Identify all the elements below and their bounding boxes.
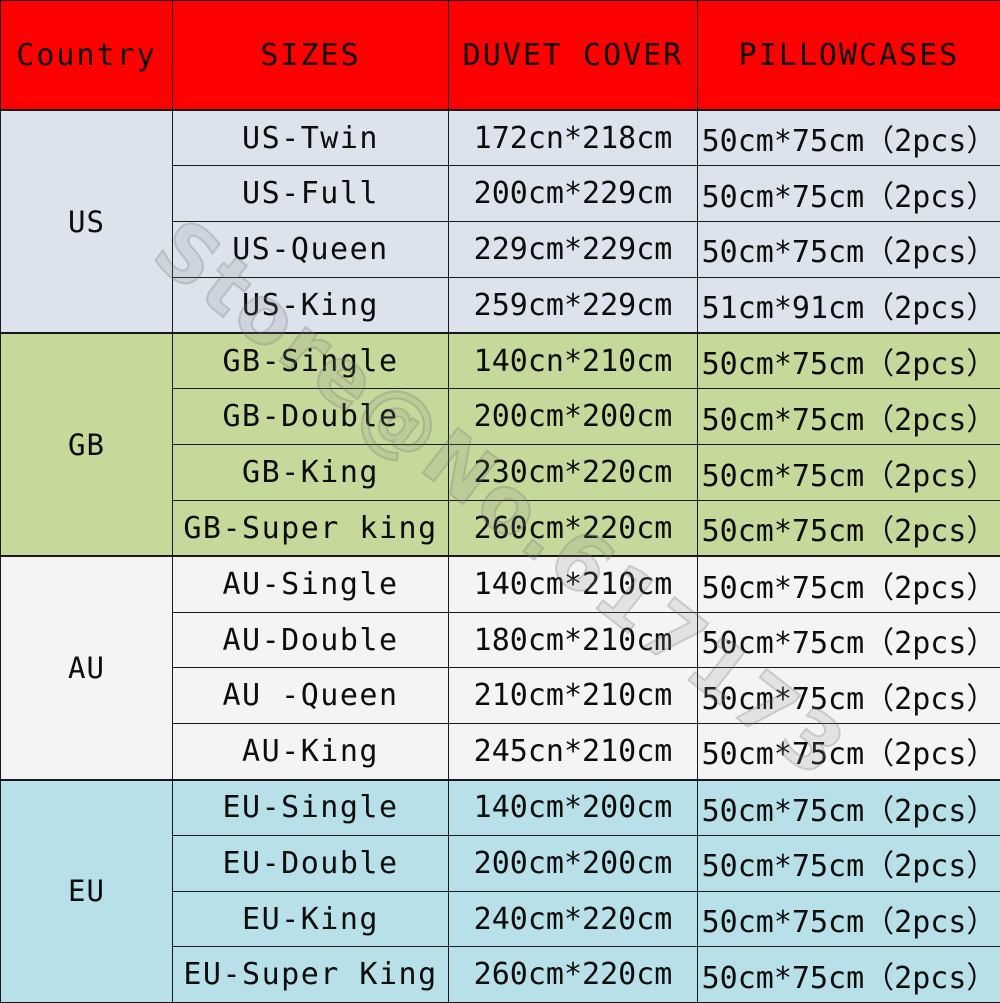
pillowcase-size-cell: 50cm*75cm（2pcs） — [698, 947, 1000, 1003]
pillowcase-size-cell: 51cm*91cm（2pcs） — [698, 277, 1000, 333]
duvet-cover-size-cell: 172cn*218cm — [449, 110, 698, 166]
pillowcase-size-cell: 50cm*75cm（2pcs） — [698, 724, 1000, 780]
duvet-cover-size-cell: 245cn*210cm — [449, 724, 698, 780]
table-row: EUEU-Single140cm*200cm50cm*75cm（2pcs） — [1, 780, 1000, 836]
duvet-cover-size-cell: 140cn*210cm — [449, 333, 698, 389]
pillowcase-size-cell: 50cm*75cm（2pcs） — [698, 501, 1000, 557]
pillowcase-size-cell: 50cm*75cm（2pcs） — [698, 835, 1000, 891]
duvet-cover-size-cell: 200cm*200cm — [449, 835, 698, 891]
size-name-cell: GB-Single — [173, 333, 449, 389]
pillowcase-size-cell: 50cm*75cm（2pcs） — [698, 445, 1000, 501]
table-header: Country SIZES DUVET COVER PILLOWCASES — [1, 1, 1000, 111]
table-row: GBGB-Single140cn*210cm50cm*75cm（2pcs） — [1, 333, 1000, 389]
duvet-cover-size-cell: 230cm*220cm — [449, 445, 698, 501]
size-name-cell: US-Full — [173, 166, 449, 222]
size-name-cell: GB-Super king — [173, 501, 449, 557]
duvet-cover-size-cell: 240cm*220cm — [449, 891, 698, 947]
table-row: USUS-Twin172cn*218cm50cm*75cm（2pcs） — [1, 110, 1000, 166]
pillowcase-size-cell: 50cm*75cm（2pcs） — [698, 780, 1000, 836]
country-group-cell-us: US — [1, 110, 173, 333]
duvet-cover-size-cell: 140cm*200cm — [449, 780, 698, 836]
column-header-pillowcases: PILLOWCASES — [698, 1, 1000, 111]
size-name-cell: AU-Double — [173, 612, 449, 668]
duvet-cover-size-cell: 260cm*220cm — [449, 947, 698, 1003]
size-name-cell: GB-Double — [173, 389, 449, 445]
duvet-cover-size-cell: 200cm*200cm — [449, 389, 698, 445]
header-row: Country SIZES DUVET COVER PILLOWCASES — [1, 1, 1000, 111]
size-name-cell: AU -Queen — [173, 668, 449, 724]
duvet-cover-size-cell: 200cm*229cm — [449, 166, 698, 222]
pillowcase-size-cell: 50cm*75cm（2pcs） — [698, 891, 1000, 947]
duvet-cover-size-cell: 259cm*229cm — [449, 277, 698, 333]
size-name-cell: GB-King — [173, 445, 449, 501]
duvet-cover-size-cell: 229cm*229cm — [449, 222, 698, 278]
country-group-cell-eu: EU — [1, 780, 173, 1003]
size-name-cell: AU-Single — [173, 556, 449, 612]
duvet-cover-size-cell: 210cm*210cm — [449, 668, 698, 724]
duvet-cover-size-cell: 180cm*210cm — [449, 612, 698, 668]
duvet-cover-size-cell: 140cm*210cm — [449, 556, 698, 612]
size-name-cell: EU-Single — [173, 780, 449, 836]
size-name-cell: US-King — [173, 277, 449, 333]
pillowcase-size-cell: 50cm*75cm（2pcs） — [698, 333, 1000, 389]
country-group-cell-gb: GB — [1, 333, 173, 556]
size-name-cell: US-Queen — [173, 222, 449, 278]
size-name-cell: EU-Double — [173, 835, 449, 891]
column-header-country: Country — [1, 1, 173, 111]
pillowcase-size-cell: 50cm*75cm（2pcs） — [698, 110, 1000, 166]
pillowcase-size-cell: 50cm*75cm（2pcs） — [698, 612, 1000, 668]
size-name-cell: US-Twin — [173, 110, 449, 166]
table-body: USUS-Twin172cn*218cm50cm*75cm（2pcs）US-Fu… — [1, 110, 1000, 1003]
pillowcase-size-cell: 50cm*75cm（2pcs） — [698, 222, 1000, 278]
pillowcase-size-cell: 50cm*75cm（2pcs） — [698, 389, 1000, 445]
bedding-size-chart-table: Country SIZES DUVET COVER PILLOWCASES US… — [0, 0, 1000, 1003]
column-header-duvet-cover: DUVET COVER — [449, 1, 698, 111]
size-chart-root: Country SIZES DUVET COVER PILLOWCASES US… — [0, 0, 1000, 1000]
duvet-cover-size-cell: 260cm*220cm — [449, 501, 698, 557]
size-name-cell: EU-King — [173, 891, 449, 947]
pillowcase-size-cell: 50cm*75cm（2pcs） — [698, 166, 1000, 222]
column-header-sizes: SIZES — [173, 1, 449, 111]
country-group-cell-au: AU — [1, 556, 173, 779]
size-name-cell: AU-King — [173, 724, 449, 780]
size-name-cell: EU-Super King — [173, 947, 449, 1003]
pillowcase-size-cell: 50cm*75cm（2pcs） — [698, 556, 1000, 612]
pillowcase-size-cell: 50cm*75cm（2pcs） — [698, 668, 1000, 724]
table-row: AUAU-Single140cm*210cm50cm*75cm（2pcs） — [1, 556, 1000, 612]
